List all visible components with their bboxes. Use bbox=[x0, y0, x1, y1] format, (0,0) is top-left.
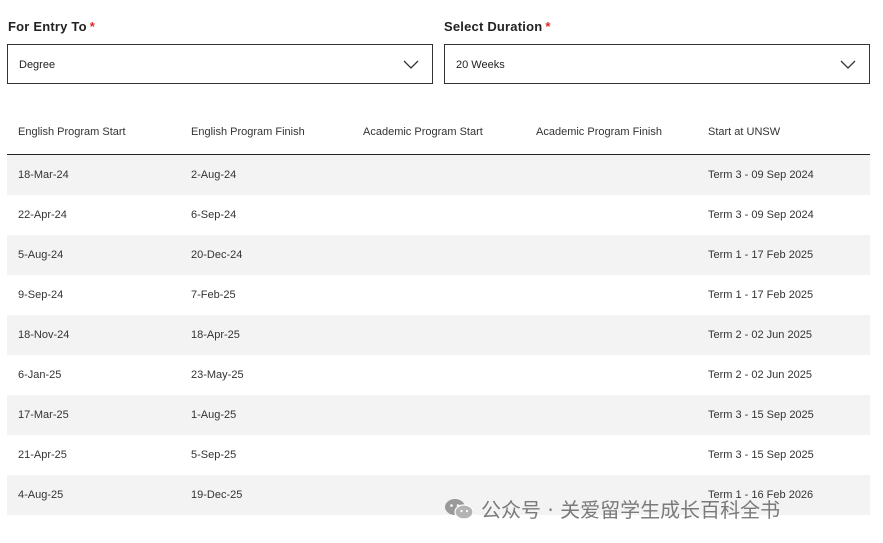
table-row: 5-Aug-24 20-Dec-24 Term 1 - 17 Feb 2025 bbox=[7, 235, 870, 275]
table-cell: 17-Mar-25 bbox=[7, 395, 180, 435]
table-row: 18-Mar-24 2-Aug-24 Term 3 - 09 Sep 2024 bbox=[7, 154, 870, 195]
table-cell: 5-Aug-24 bbox=[7, 235, 180, 275]
table-cell bbox=[525, 435, 697, 475]
duration-required-mark: * bbox=[545, 19, 551, 34]
table-cell bbox=[352, 195, 525, 235]
table-header-row: English Program Start English Program Fi… bbox=[7, 110, 870, 155]
duration-select-value: 20 Weeks bbox=[456, 59, 505, 71]
table-cell: 18-Apr-25 bbox=[180, 315, 352, 355]
table-cell: 1-Aug-25 bbox=[180, 395, 352, 435]
table-cell: Term 3 - 15 Sep 2025 bbox=[697, 395, 870, 435]
table-cell: 6-Sep-24 bbox=[180, 195, 352, 235]
table-cell bbox=[525, 395, 697, 435]
table-cell: 19-Dec-25 bbox=[180, 475, 352, 515]
table-cell: 4-Aug-25 bbox=[7, 475, 180, 515]
table-cell bbox=[525, 275, 697, 315]
entry-required-mark: * bbox=[89, 19, 95, 34]
table-cell: 6-Jan-25 bbox=[7, 355, 180, 395]
table-cell: Term 1 - 17 Feb 2025 bbox=[697, 275, 870, 315]
duration-select[interactable]: 20 Weeks bbox=[444, 44, 870, 84]
table-cell bbox=[525, 195, 697, 235]
entry-select[interactable]: Degree bbox=[7, 44, 433, 84]
table-row: 18-Nov-24 18-Apr-25 Term 2 - 02 Jun 2025 bbox=[7, 315, 870, 355]
table-cell: 5-Sep-25 bbox=[180, 435, 352, 475]
table-cell bbox=[352, 235, 525, 275]
table-cell: Term 3 - 09 Sep 2024 bbox=[697, 195, 870, 235]
table-cell bbox=[352, 154, 525, 195]
table-cell bbox=[352, 315, 525, 355]
table-cell bbox=[525, 235, 697, 275]
table-row: 22-Apr-24 6-Sep-24 Term 3 - 09 Sep 2024 bbox=[7, 195, 870, 235]
table-row: 21-Apr-25 5-Sep-25 Term 3 - 15 Sep 2025 bbox=[7, 435, 870, 475]
table-cell bbox=[352, 475, 525, 515]
table-cell: 22-Apr-24 bbox=[7, 195, 180, 235]
table-row: 6-Jan-25 23-May-25 Term 2 - 02 Jun 2025 bbox=[7, 355, 870, 395]
column-header: Academic Program Start bbox=[352, 110, 525, 155]
table-cell: 18-Mar-24 bbox=[7, 154, 180, 195]
table-cell: Term 2 - 02 Jun 2025 bbox=[697, 355, 870, 395]
table-cell: 2-Aug-24 bbox=[180, 154, 352, 195]
table-cell bbox=[352, 275, 525, 315]
table-cell: 23-May-25 bbox=[180, 355, 352, 395]
table-cell: 7-Feb-25 bbox=[180, 275, 352, 315]
table-cell: 21-Apr-25 bbox=[7, 435, 180, 475]
table-cell: Term 1 - 16 Feb 2026 bbox=[697, 475, 870, 515]
table-row: 4-Aug-25 19-Dec-25 Term 1 - 16 Feb 2026 bbox=[7, 475, 870, 515]
duration-label-text: Select Duration bbox=[444, 19, 543, 34]
table-cell bbox=[525, 154, 697, 195]
table-cell: 9-Sep-24 bbox=[7, 275, 180, 315]
schedule-table: English Program Start English Program Fi… bbox=[7, 110, 870, 515]
table-cell: Term 2 - 02 Jun 2025 bbox=[697, 315, 870, 355]
duration-label: Select Duration * bbox=[444, 19, 551, 34]
table-cell bbox=[352, 355, 525, 395]
table-cell bbox=[352, 395, 525, 435]
entry-select-value: Degree bbox=[19, 59, 56, 71]
table-cell bbox=[525, 315, 697, 355]
table-row: 9-Sep-24 7-Feb-25 Term 1 - 17 Feb 2025 bbox=[7, 275, 870, 315]
column-header: English Program Start bbox=[7, 110, 180, 155]
column-header: Start at UNSW bbox=[697, 110, 870, 155]
table-cell: Term 3 - 09 Sep 2024 bbox=[697, 154, 870, 195]
entry-label-text: For Entry To bbox=[8, 19, 87, 34]
chevron-down-icon bbox=[840, 60, 856, 69]
table-cell bbox=[525, 355, 697, 395]
table-row: 17-Mar-25 1-Aug-25 Term 3 - 15 Sep 2025 bbox=[7, 395, 870, 435]
table-cell: Term 3 - 15 Sep 2025 bbox=[697, 435, 870, 475]
table-cell: Term 1 - 17 Feb 2025 bbox=[697, 235, 870, 275]
column-header: Academic Program Finish bbox=[525, 110, 697, 155]
chevron-down-icon bbox=[403, 60, 419, 69]
table-cell bbox=[352, 435, 525, 475]
entry-label: For Entry To * bbox=[8, 19, 95, 34]
table-cell: 18-Nov-24 bbox=[7, 315, 180, 355]
column-header: English Program Finish bbox=[180, 110, 352, 155]
table-cell bbox=[525, 475, 697, 515]
page: For Entry To * Degree Select Duration * 20… bbox=[0, 0, 883, 543]
table-cell: 20-Dec-24 bbox=[180, 235, 352, 275]
